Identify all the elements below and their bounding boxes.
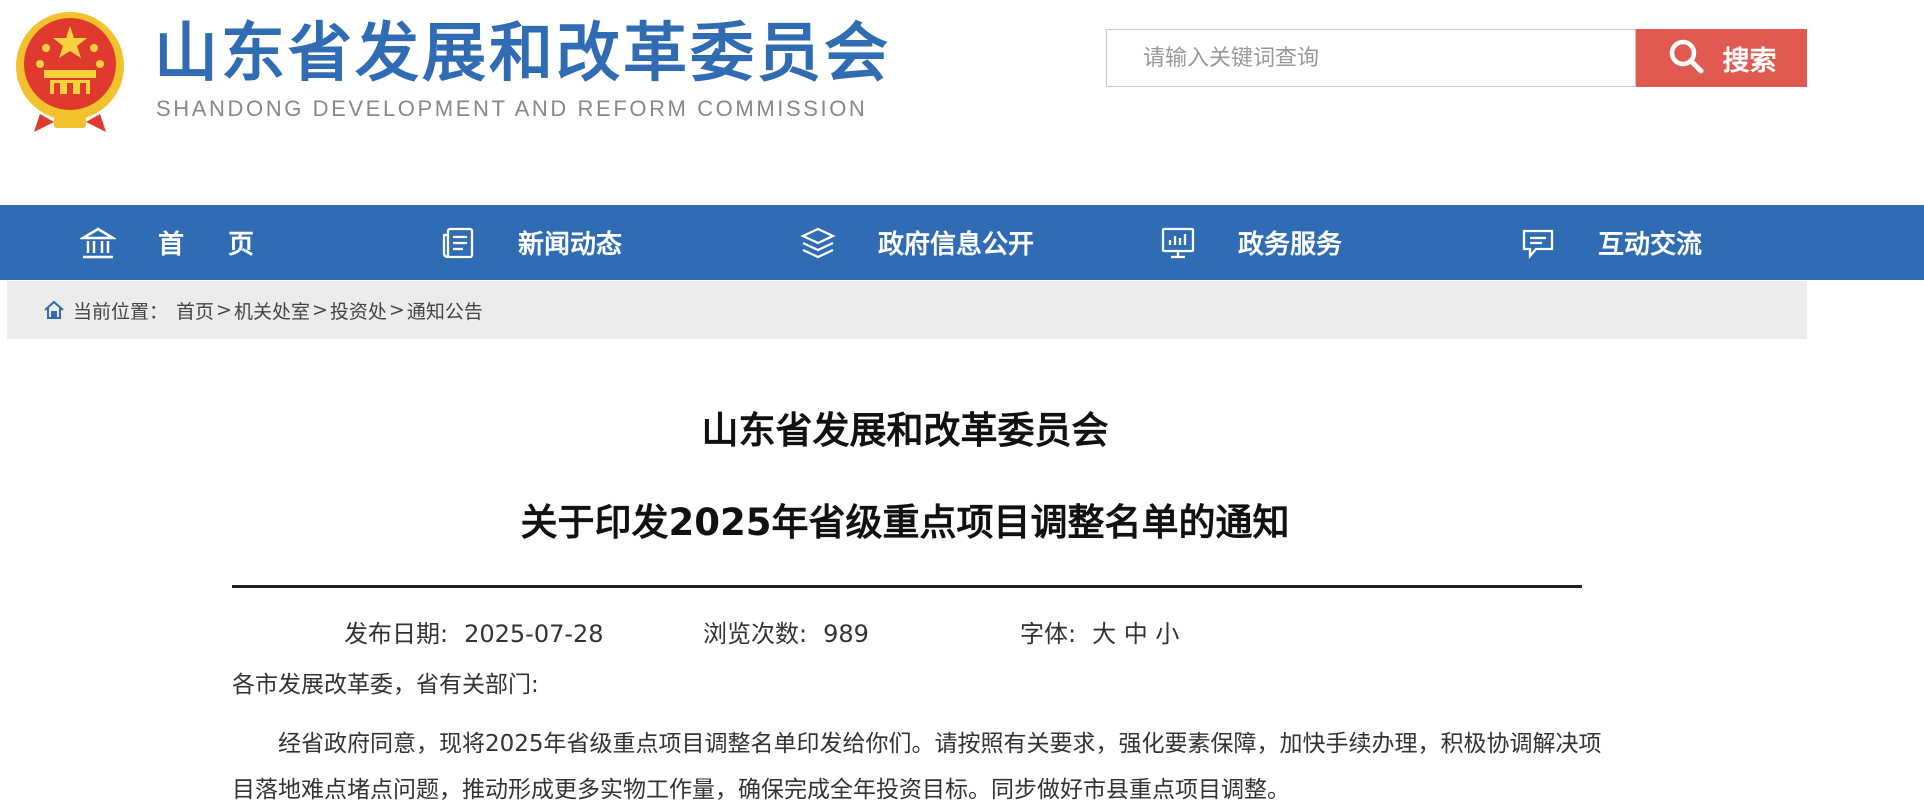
publish-date-label: 发布日期: — [344, 620, 449, 648]
search-input[interactable] — [1107, 30, 1635, 86]
title-divider — [232, 585, 1582, 588]
news-icon — [440, 225, 476, 261]
location-home-icon — [43, 298, 67, 322]
view-count: 浏览次数: 989 — [703, 614, 869, 649]
main-nav: 首页 新闻动态 政府信息公开 政务服务 互动交流 — [0, 205, 1924, 280]
article-body-line2: 目落地难点堵点问题，推动形成更多实物工作量，确保完成全年投资目标。同步做好市县重… — [232, 777, 1290, 803]
breadcrumb-prefix: 当前位置： — [73, 300, 169, 323]
nav-item-services[interactable]: 政务服务 — [1160, 205, 1342, 280]
nav-label-interaction: 互动交流 — [1598, 230, 1703, 260]
font-size-medium[interactable]: 中 — [1124, 620, 1148, 648]
breadcrumb-separator: > — [388, 299, 405, 321]
nav-label-services: 政务服务 — [1238, 230, 1343, 260]
publish-date-value: 2025-07-28 — [464, 620, 604, 648]
breadcrumb-item-offices[interactable]: 机关处室 — [234, 297, 310, 324]
nav-label-news: 新闻动态 — [518, 230, 623, 260]
breadcrumb: 当前位置： 首页 > 机关处室 > 投资处 > 通知公告 — [7, 281, 1807, 339]
site-title-en: SHANDONG DEVELOPMENT AND REFORM COMMISSI… — [156, 96, 868, 121]
site-header: 山东省发展和改革委员会 SHANDONG DEVELOPMENT AND REF… — [0, 0, 1924, 205]
article-title-line2: 关于印发2025年省级重点项目调整名单的通知 — [520, 501, 1290, 544]
search-icon — [1667, 37, 1705, 79]
search-button-label: 搜索 — [1722, 45, 1777, 77]
search-button[interactable]: 搜索 — [1636, 29, 1807, 87]
nav-item-gov-info[interactable]: 政府信息公开 — [800, 205, 1034, 280]
site-title: 山东省发展和改革委员会 — [154, 17, 891, 91]
nav-item-news[interactable]: 新闻动态 — [440, 205, 622, 280]
breadcrumb-item-notices[interactable]: 通知公告 — [407, 297, 483, 324]
breadcrumb-separator: > — [216, 299, 232, 321]
chart-board-icon — [1160, 225, 1196, 261]
search-box — [1106, 29, 1636, 87]
article-body-line1: 经省政府同意，现将2025年省级重点项目调整名单印发给你们。请按照有关要求，强化… — [278, 731, 1602, 757]
nav-label-gov-info: 政府信息公开 — [878, 230, 1035, 260]
nav-label-home: 首页 — [158, 230, 299, 260]
breadcrumb-separator: > — [311, 299, 328, 321]
publish-date: 发布日期: 2025-07-28 — [344, 614, 604, 649]
home-icon — [80, 225, 116, 261]
chat-icon — [1520, 225, 1556, 261]
nav-item-home[interactable]: 首页 — [80, 205, 298, 280]
view-count-label: 浏览次数: — [703, 620, 808, 648]
layers-icon — [800, 225, 836, 261]
national-emblem-icon[interactable] — [10, 8, 130, 134]
breadcrumb-item-investment[interactable]: 投资处 — [330, 297, 387, 324]
font-size-small[interactable]: 小 — [1155, 620, 1179, 648]
font-size-control: 字体: 大 中 小 — [1020, 614, 1179, 649]
view-count-value: 989 — [823, 620, 869, 648]
font-size-label: 字体: — [1020, 620, 1077, 648]
nav-item-interaction[interactable]: 互动交流 — [1520, 205, 1702, 280]
article-salutation: 各市发展改革委，省有关部门: — [232, 672, 539, 698]
breadcrumb-item-home[interactable]: 首页 — [176, 297, 214, 324]
font-size-large[interactable]: 大 — [1092, 620, 1116, 648]
article-title-line1: 山东省发展和改革委员会 — [701, 409, 1109, 452]
